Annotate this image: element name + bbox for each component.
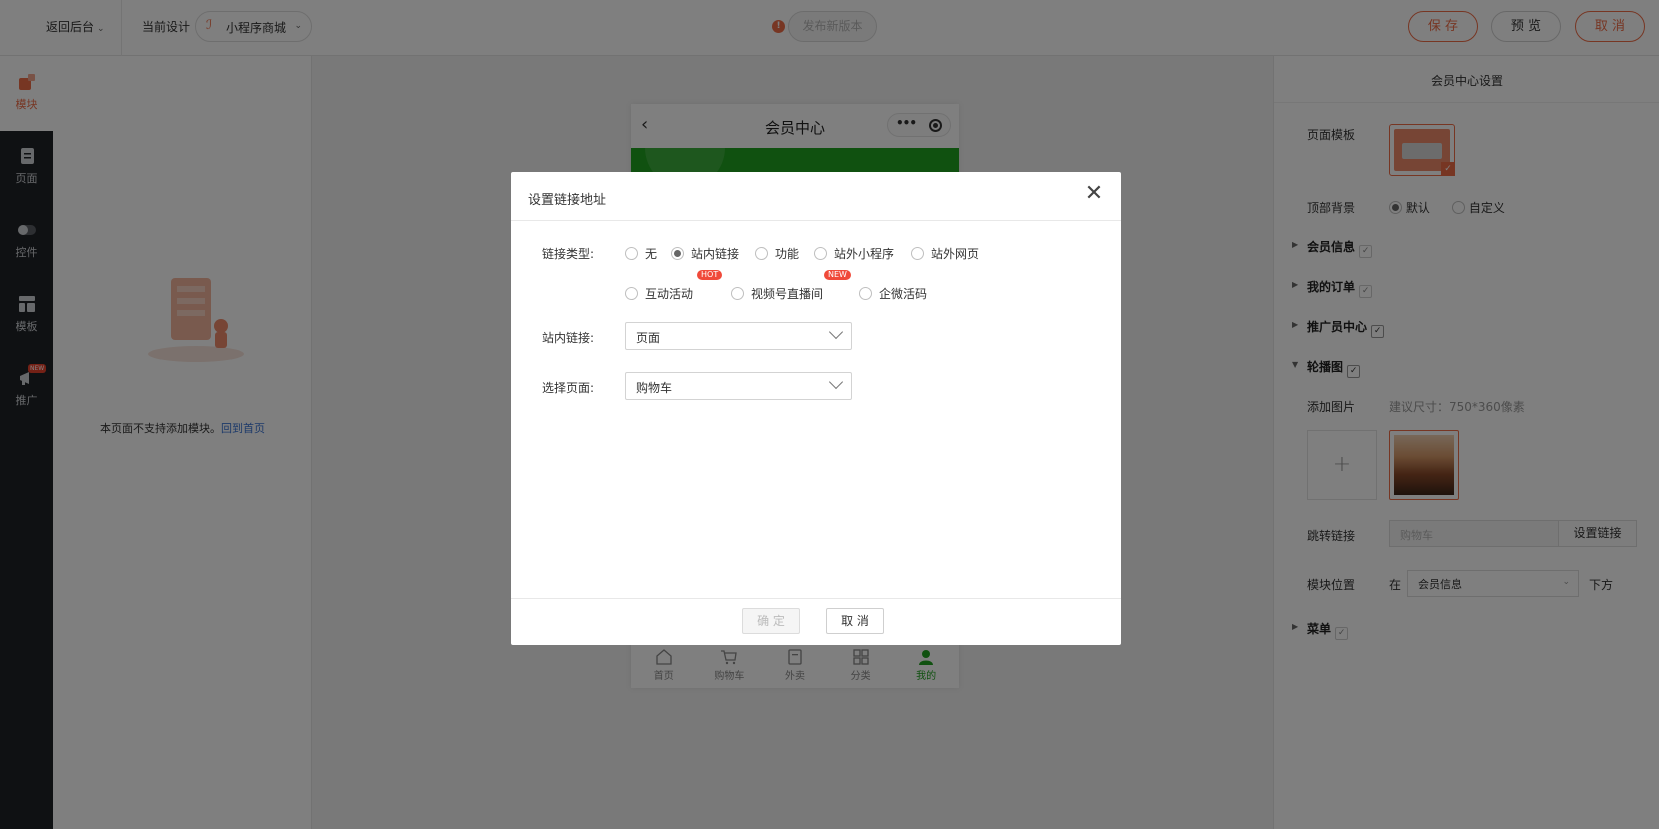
link-type-live[interactable]: 视频号直播间: [731, 285, 823, 302]
hot-badge: HOT: [697, 270, 723, 280]
confirm-button[interactable]: 确 定: [742, 608, 800, 634]
link-type-external-web[interactable]: 站外网页: [911, 245, 979, 262]
internal-link-select[interactable]: 页面: [625, 322, 852, 350]
radio-icon: [731, 287, 744, 300]
link-type-external-miniprogram[interactable]: 站外小程序: [814, 245, 894, 262]
option-label: 站外网页: [931, 247, 980, 261]
chevron-down-icon: [828, 374, 844, 390]
link-type-interactive[interactable]: 互动活动: [625, 285, 693, 302]
option-label: 视频号直播间: [751, 287, 824, 301]
select-page-select[interactable]: 购物车: [625, 372, 852, 400]
dialog-cancel-button[interactable]: 取 消: [826, 608, 884, 634]
link-type-none[interactable]: 无: [625, 245, 657, 262]
option-label: 互动活动: [645, 287, 694, 301]
option-label: 无: [645, 247, 658, 261]
dialog-title: 设置链接地址: [528, 193, 607, 208]
set-link-dialog: 设置链接地址 ✕ 链接类型: 无 站内链接 功能 站外小程序 站外网页 互动活动…: [511, 172, 1121, 645]
radio-icon: [671, 247, 684, 260]
chevron-down-icon: [828, 324, 844, 340]
radio-icon: [755, 247, 768, 260]
divider: [511, 598, 1121, 599]
radio-icon: [625, 287, 638, 300]
option-label: 站外小程序: [834, 247, 895, 261]
radio-icon: [859, 287, 872, 300]
link-type-internal[interactable]: 站内链接: [671, 245, 739, 262]
link-type-wecom-code[interactable]: 企微活码: [859, 285, 927, 302]
option-label: 企微活码: [879, 287, 928, 301]
close-icon[interactable]: ✕: [1083, 183, 1105, 206]
link-type-label: 链接类型:: [542, 247, 595, 261]
divider: [511, 220, 1121, 221]
select-value: 页面: [636, 331, 661, 345]
select-value: 购物车: [636, 381, 673, 395]
radio-icon: [625, 247, 638, 260]
option-label: 功能: [775, 247, 800, 261]
link-type-function[interactable]: 功能: [755, 245, 799, 262]
internal-link-label: 站内链接:: [542, 331, 595, 345]
option-label: 站内链接: [691, 247, 740, 261]
select-page-label: 选择页面:: [542, 381, 595, 395]
new-badge: NEW: [824, 270, 851, 280]
radio-icon: [911, 247, 924, 260]
radio-icon: [814, 247, 827, 260]
